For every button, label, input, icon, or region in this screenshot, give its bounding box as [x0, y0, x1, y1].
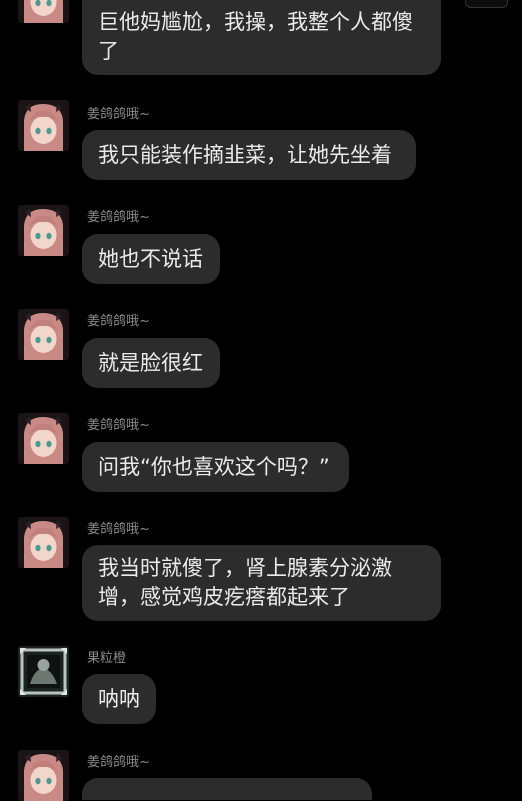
message-bubble[interactable]: 巨他妈尴尬，我操，我整个人都傻了	[82, 0, 441, 75]
anime-girl-avatar-icon	[18, 309, 69, 360]
avatar[interactable]	[18, 750, 69, 801]
anime-girl-avatar-icon	[18, 413, 69, 464]
anime-girl-avatar-icon	[18, 750, 69, 801]
message-bubble[interactable]: 我只能装作摘韭菜，让她先坐着	[82, 130, 416, 180]
message-text: 巨他妈尴尬，我操，我整个人都傻了	[98, 10, 413, 63]
sender-name: 姜鸽鸽哦~	[87, 107, 150, 122]
anime-girl-avatar-icon	[18, 100, 69, 151]
message-text: 我当时就傻了，肾上腺素分泌激增，感觉鸡皮疙瘩都起来了	[98, 556, 392, 609]
chat-message-list[interactable]: 巨他妈尴尬，我操，我整个人都傻了 姜鸽鸽哦~ 我只能装作摘韭菜，让她先坐着 姜鸽…	[0, 0, 522, 801]
message-bubble[interactable]: 呐呐	[82, 674, 156, 724]
sender-name: 果粒橙	[87, 651, 127, 666]
message-text: 问我“你也喜欢这个吗？”	[98, 454, 330, 479]
sender-name: 姜鸽鸽哦~	[87, 755, 150, 770]
avatar[interactable]	[18, 309, 69, 360]
avatar[interactable]	[18, 517, 69, 568]
anime-girl-avatar-icon	[18, 517, 69, 568]
message-bubble[interactable]	[82, 778, 372, 800]
partial-outgoing-bubble	[465, 0, 508, 8]
message-bubble[interactable]: 她也不说话	[82, 234, 220, 284]
anime-girl-avatar-icon	[18, 0, 69, 23]
avatar[interactable]	[18, 100, 69, 151]
avatar[interactable]	[18, 0, 69, 23]
sender-name: 姜鸽鸽哦~	[87, 522, 150, 537]
message-text: 就是脸很红	[98, 350, 203, 375]
anime-girl-avatar-icon	[18, 205, 69, 256]
message-bubble[interactable]: 就是脸很红	[82, 338, 220, 388]
dark-framed-avatar-icon	[18, 646, 69, 697]
sender-name: 姜鸽鸽哦~	[87, 418, 150, 433]
sender-name: 姜鸽鸽哦~	[87, 314, 150, 329]
message-bubble[interactable]: 我当时就傻了，肾上腺素分泌激增，感觉鸡皮疙瘩都起来了	[82, 545, 441, 621]
avatar[interactable]	[18, 646, 69, 697]
message-text: 她也不说话	[98, 246, 203, 271]
message-text: 呐呐	[98, 686, 140, 711]
sender-name: 姜鸽鸽哦~	[87, 210, 150, 225]
avatar[interactable]	[18, 413, 69, 464]
message-bubble[interactable]: 问我“你也喜欢这个吗？”	[82, 442, 349, 492]
avatar[interactable]	[18, 205, 69, 256]
message-text: 我只能装作摘韭菜，让她先坐着	[98, 142, 392, 167]
